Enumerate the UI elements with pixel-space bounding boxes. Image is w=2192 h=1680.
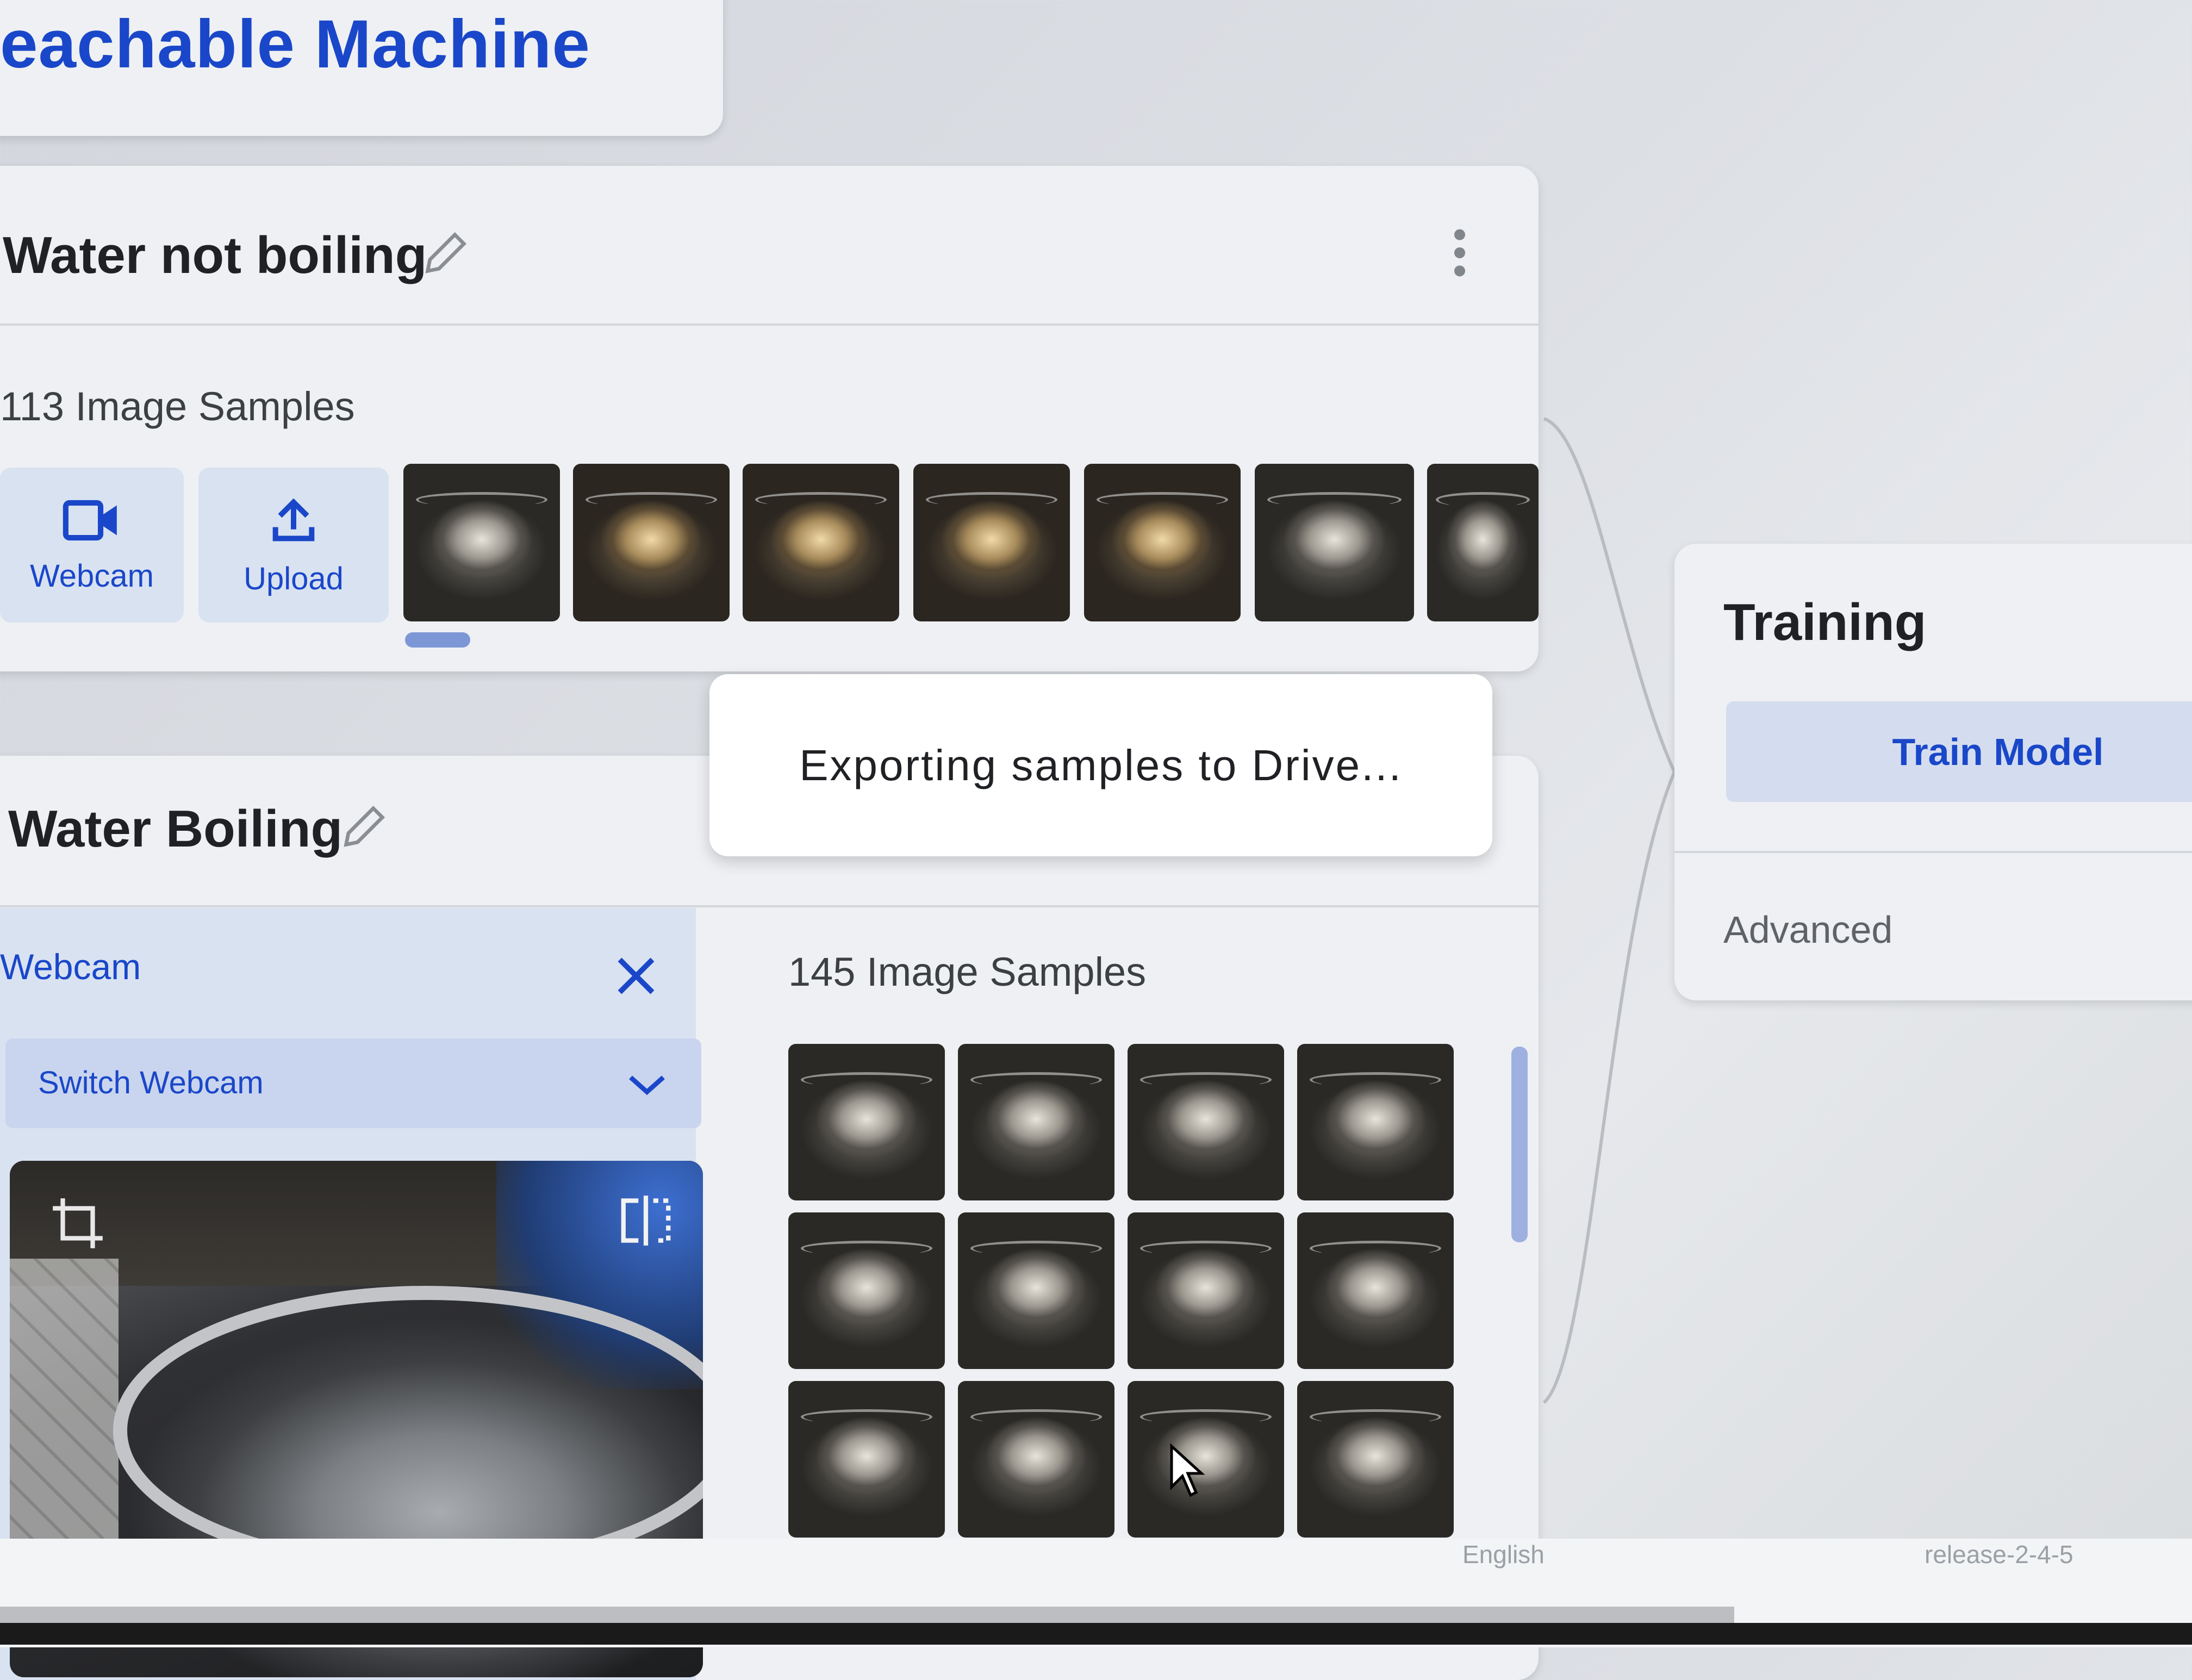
horizontal-scroll-indicator[interactable]: [405, 632, 470, 648]
webcam-button[interactable]: Webcam: [0, 468, 184, 623]
edit-pencil-icon[interactable]: [419, 226, 473, 280]
crop-icon[interactable]: [48, 1193, 108, 1253]
divider: [0, 323, 1539, 326]
upload-button[interactable]: Upload: [198, 468, 389, 623]
divider: [1674, 851, 2192, 853]
train-model-label: Train Model: [1892, 730, 2104, 773]
sample-thumbnail[interactable]: [788, 1381, 945, 1538]
sample-thumbnail[interactable]: [1128, 1212, 1284, 1369]
class-card-water-not-boiling: Water not boiling 113 Image Samples Webc…: [0, 166, 1539, 671]
switch-webcam-label: Switch Webcam: [38, 1065, 264, 1100]
divider: [0, 905, 1539, 907]
sample-thumbnail[interactable]: [1128, 1044, 1284, 1200]
sample-thumbnail[interactable]: [958, 1212, 1114, 1369]
app-title: eachable Machine: [0, 7, 590, 82]
chevron-down-icon: [629, 1075, 665, 1096]
sample-thumbnail[interactable]: [958, 1381, 1114, 1538]
more-options-icon[interactable]: [1449, 226, 1471, 280]
edit-pencil-icon[interactable]: [337, 799, 391, 854]
sample-thumbnail[interactable]: [1297, 1212, 1454, 1369]
sample-thumbnail[interactable]: [1297, 1381, 1454, 1538]
sample-thumbnail[interactable]: [1427, 464, 1539, 621]
webcam-button-label: Webcam: [30, 558, 154, 594]
toast-message: Exporting samples to Drive...: [799, 741, 1403, 789]
mouse-cursor-icon: [1170, 1443, 1205, 1497]
switch-webcam-dropdown[interactable]: Switch Webcam: [5, 1038, 701, 1128]
feed-tiles: [10, 1259, 119, 1585]
release-label: release-2-4-5: [1925, 1540, 2073, 1569]
sample-thumbnail[interactable]: [1297, 1044, 1454, 1200]
sample-count: 145 Image Samples: [788, 949, 1147, 994]
language-selector[interactable]: English: [1462, 1540, 1545, 1569]
sample-thumbnail[interactable]: [913, 464, 1070, 621]
samples-scrollbar[interactable]: [1511, 1047, 1528, 1242]
screen-bezel: [0, 1623, 2192, 1645]
sample-thumbnail[interactable]: [743, 464, 899, 621]
header-card: eachable Machine: [0, 0, 723, 136]
sample-thumbnail[interactable]: [1084, 464, 1241, 621]
train-model-button[interactable]: Train Model: [1726, 701, 2192, 802]
sample-count: 113 Image Samples: [0, 384, 355, 429]
sample-thumbnail[interactable]: [788, 1044, 945, 1200]
feed-pot-rim: [113, 1286, 703, 1575]
upload-button-label: Upload: [244, 561, 344, 596]
sample-thumbnail[interactable]: [788, 1212, 945, 1369]
sample-thumbnail[interactable]: [573, 464, 730, 621]
upload-icon: [272, 498, 315, 542]
webcam-panel-title: Webcam: [0, 947, 141, 987]
sample-thumbnail[interactable]: [1255, 464, 1414, 621]
training-card: Training Train Model Advanced: [1674, 544, 2192, 1000]
class-name[interactable]: Water not boiling: [3, 226, 427, 285]
training-title: Training: [1723, 593, 1927, 651]
advanced-toggle[interactable]: Advanced: [1723, 908, 1892, 951]
class-name[interactable]: Water Boiling: [8, 799, 342, 859]
sample-thumbnail[interactable]: [958, 1044, 1114, 1200]
flip-icon[interactable]: [616, 1191, 676, 1250]
close-icon[interactable]: [612, 951, 661, 1000]
sample-thumbnail[interactable]: [403, 464, 560, 621]
export-toast: Exporting samples to Drive...: [709, 674, 1492, 856]
video-camera-icon: [63, 500, 117, 541]
